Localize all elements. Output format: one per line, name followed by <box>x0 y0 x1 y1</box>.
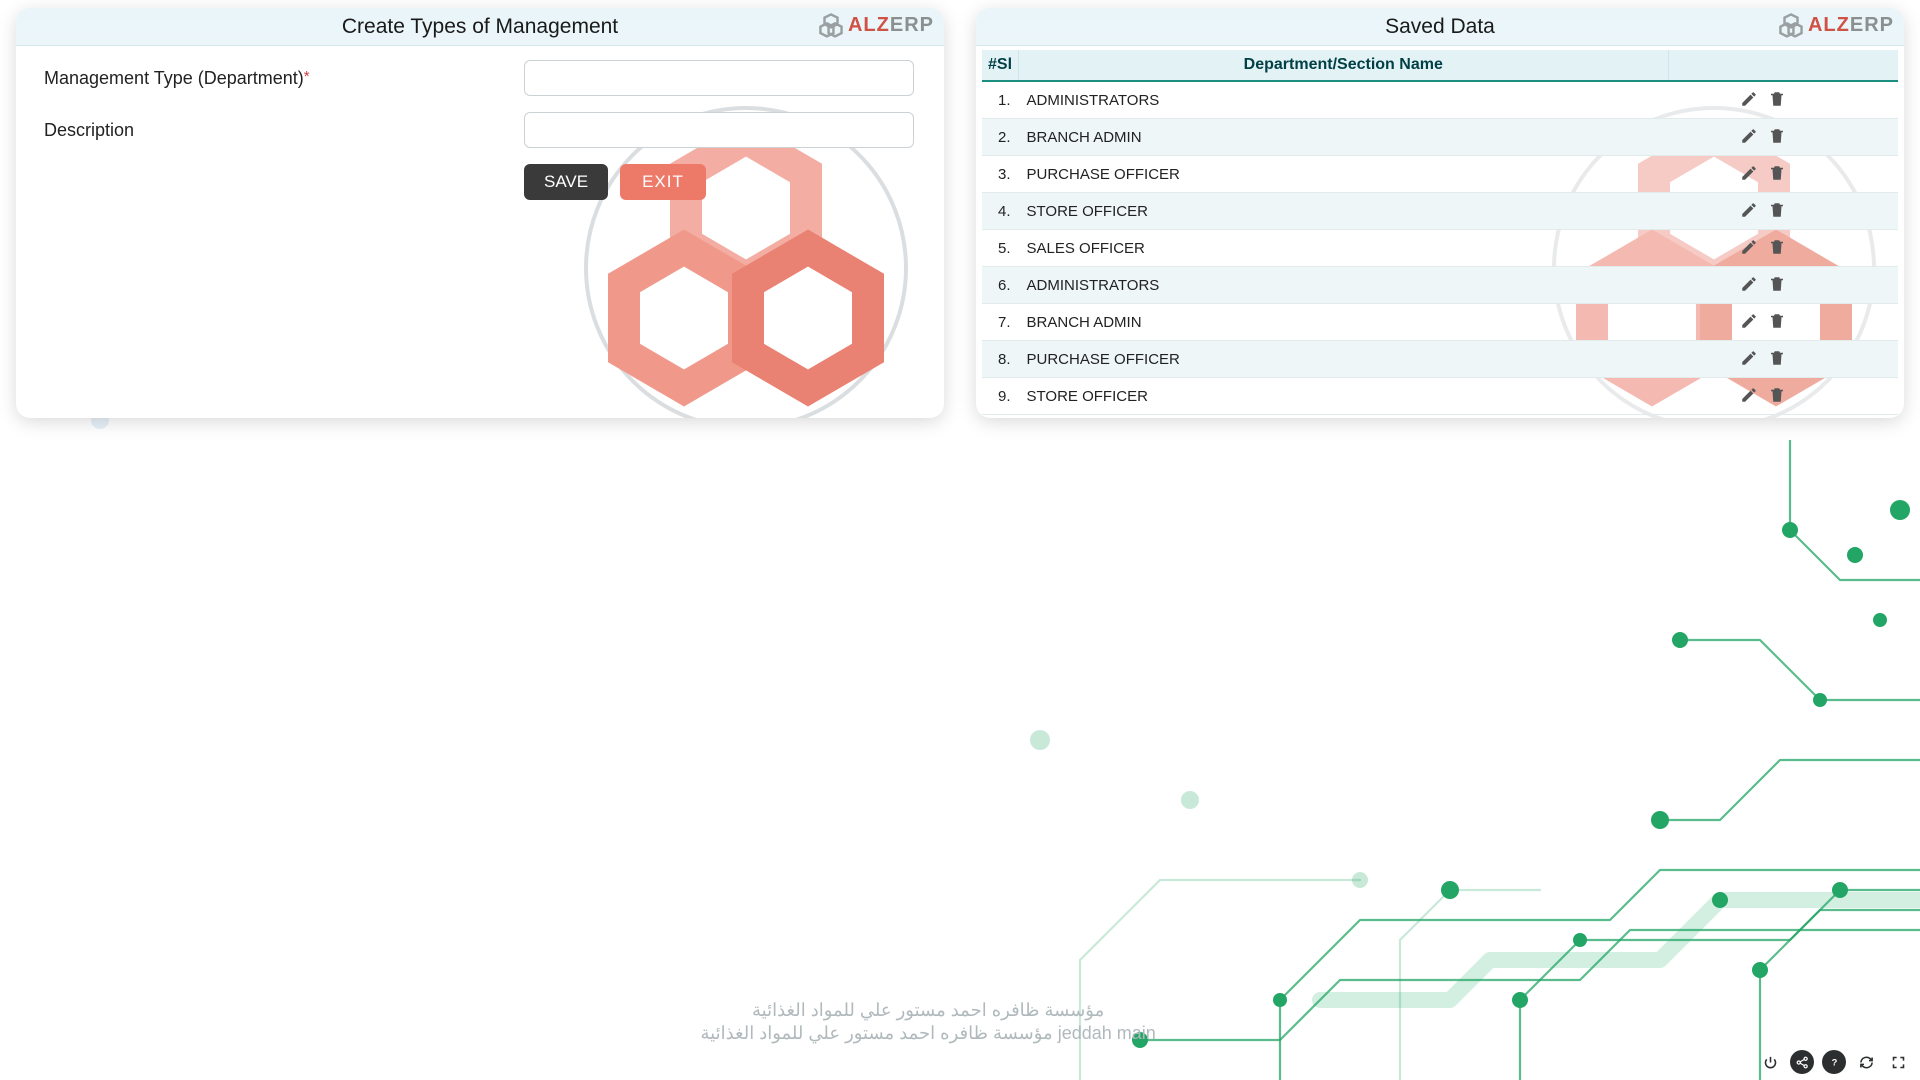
table-row: 1.ADMINISTRATORS <box>982 81 1898 119</box>
row-serial: 6. <box>982 267 1019 304</box>
table-card-header: Saved Data ALZERP <box>976 8 1904 46</box>
delete-icon[interactable] <box>1766 125 1788 147</box>
share-icon[interactable] <box>1790 1050 1814 1074</box>
row-name: ADMINISTRATORS <box>1019 81 1668 119</box>
table-title: Saved Data <box>1385 15 1495 39</box>
edit-icon[interactable] <box>1738 125 1760 147</box>
col-name-header: Department/Section Name <box>1019 50 1668 81</box>
description-input[interactable] <box>524 112 914 148</box>
row-name: PURCHASE OFFICER <box>1019 156 1668 193</box>
table-row: 7.BRANCH ADMIN <box>982 304 1898 341</box>
saved-data-card: Saved Data ALZERP #Sl Department/Section… <box>976 8 1904 418</box>
table-hint: hint: employees will get access level ba… <box>982 415 1898 418</box>
edit-icon[interactable] <box>1738 273 1760 295</box>
description-label: Description <box>44 120 524 141</box>
edit-icon[interactable] <box>1738 88 1760 110</box>
row-serial: 9. <box>982 378 1019 415</box>
save-button[interactable]: SAVE <box>524 164 608 200</box>
edit-icon[interactable] <box>1738 199 1760 221</box>
form-title: Create Types of Management <box>342 15 618 39</box>
refresh-icon[interactable] <box>1854 1050 1878 1074</box>
table-row: 5.SALES OFFICER <box>982 230 1898 267</box>
help-icon[interactable]: ? <box>1822 1050 1846 1074</box>
delete-icon[interactable] <box>1766 384 1788 406</box>
table-row: 2.BRANCH ADMIN <box>982 119 1898 156</box>
row-name: SALES OFFICER <box>1019 230 1668 267</box>
delete-icon[interactable] <box>1766 88 1788 110</box>
form-card-header: Create Types of Management ALZERP <box>16 8 944 46</box>
delete-icon[interactable] <box>1766 310 1788 332</box>
table-row: 9.STORE OFFICER <box>982 378 1898 415</box>
footer-line2: مؤسسة ظافره احمد مستور علي للمواد الغذائ… <box>700 1022 1155 1045</box>
row-serial: 2. <box>982 119 1019 156</box>
system-icon-bar: ? <box>1758 1050 1910 1074</box>
row-serial: 4. <box>982 193 1019 230</box>
row-name: ADMINISTRATORS <box>1019 267 1668 304</box>
table-row: 6.ADMINISTRATORS <box>982 267 1898 304</box>
edit-icon[interactable] <box>1738 236 1760 258</box>
brand-logo: ALZERP <box>818 12 934 38</box>
power-icon[interactable] <box>1758 1050 1782 1074</box>
required-indicator: * <box>304 68 310 85</box>
delete-icon[interactable] <box>1766 162 1788 184</box>
row-serial: 7. <box>982 304 1019 341</box>
management-type-input[interactable] <box>524 60 914 96</box>
col-sl-header: #Sl <box>982 50 1019 81</box>
row-name: PURCHASE OFFICER <box>1019 341 1668 378</box>
row-name: BRANCH ADMIN <box>1019 119 1668 156</box>
table-row: 3.PURCHASE OFFICER <box>982 156 1898 193</box>
delete-icon[interactable] <box>1766 273 1788 295</box>
exit-button[interactable]: EXIT <box>620 164 706 200</box>
row-serial: 5. <box>982 230 1019 267</box>
table-row: 8.PURCHASE OFFICER <box>982 341 1898 378</box>
saved-data-table: #Sl Department/Section Name 1.ADMINISTRA… <box>982 50 1898 415</box>
management-type-label: Management Type (Department)* <box>44 68 524 89</box>
brand-logo: ALZERP <box>1778 12 1894 38</box>
row-name: BRANCH ADMIN <box>1019 304 1668 341</box>
col-actions-header <box>1668 50 1898 81</box>
row-serial: 3. <box>982 156 1019 193</box>
fullscreen-icon[interactable] <box>1886 1050 1910 1074</box>
edit-icon[interactable] <box>1738 347 1760 369</box>
table-row: 4.STORE OFFICER <box>982 193 1898 230</box>
row-serial: 1. <box>982 81 1019 119</box>
edit-icon[interactable] <box>1738 310 1760 332</box>
footer-company-text: مؤسسة ظافره احمد مستور علي للمواد الغذائ… <box>700 999 1155 1044</box>
edit-icon[interactable] <box>1738 162 1760 184</box>
row-name: STORE OFFICER <box>1019 378 1668 415</box>
footer-line1: مؤسسة ظافره احمد مستور علي للمواد الغذائ… <box>700 999 1155 1022</box>
delete-icon[interactable] <box>1766 199 1788 221</box>
svg-text:?: ? <box>1831 1057 1837 1067</box>
edit-icon[interactable] <box>1738 384 1760 406</box>
row-name: STORE OFFICER <box>1019 193 1668 230</box>
row-serial: 8. <box>982 341 1019 378</box>
delete-icon[interactable] <box>1766 347 1788 369</box>
create-management-card: Create Types of Management ALZERP Manage… <box>16 8 944 418</box>
delete-icon[interactable] <box>1766 236 1788 258</box>
